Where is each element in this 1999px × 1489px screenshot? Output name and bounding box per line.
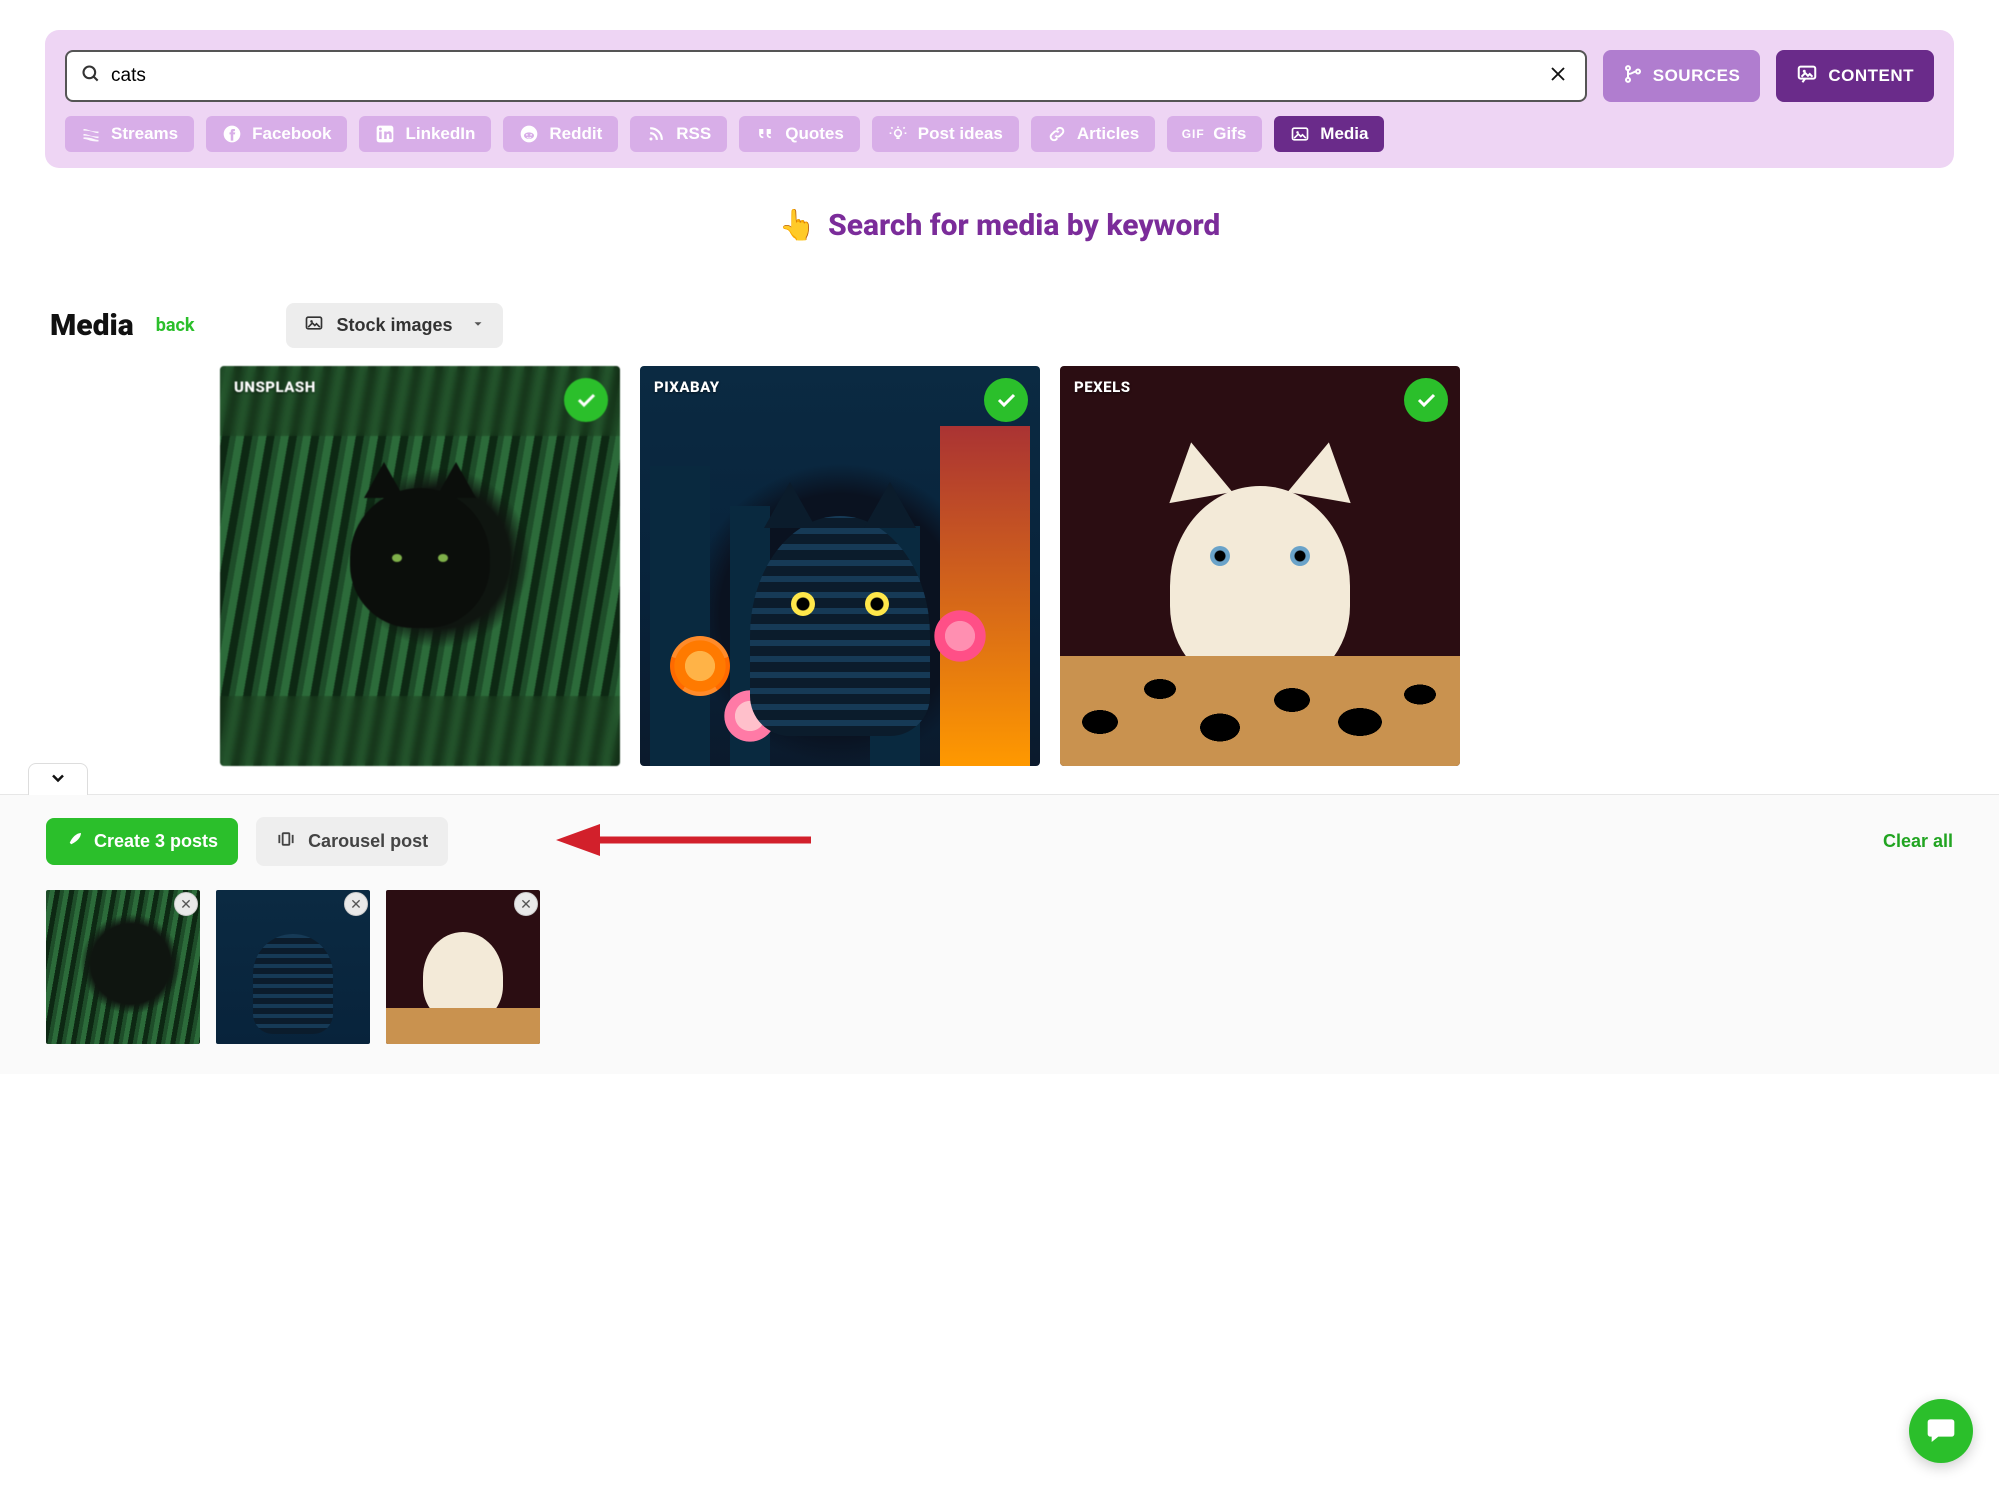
chip-post-ideas[interactable]: Post ideas [872,116,1019,152]
chip-linkedin[interactable]: LinkedIn [359,116,491,152]
annotation-arrow [556,820,816,860]
chip-quotes[interactable]: Quotes [739,116,860,152]
content-button[interactable]: CONTENT [1776,50,1934,102]
chip-media[interactable]: Media [1274,116,1384,152]
sources-button[interactable]: SOURCES [1603,50,1761,102]
remove-thumbnail-icon[interactable]: ✕ [514,892,538,916]
chip-streams[interactable]: Streams [65,116,194,152]
chip-label: Reddit [549,124,602,144]
thumbnail[interactable]: ✕ [46,890,200,1044]
media-grid: UNSPLASH PIXABAY PEXELS [0,366,1999,766]
chevron-down-icon [48,768,68,791]
carousel-icon [276,829,296,854]
facebook-icon [222,124,242,144]
back-link[interactable]: back [156,315,195,336]
content-label: CONTENT [1828,66,1914,86]
pointing-up-icon: 👆 [779,208,816,243]
image-icon [1290,124,1310,144]
stock-images-dropdown[interactable]: Stock images [286,303,502,348]
section-title: Media [50,308,134,343]
lightbulb-icon [888,124,908,144]
source-chip-row: Streams Facebook LinkedIn Reddit RSS [65,116,1934,152]
chip-label: Quotes [785,124,844,144]
link-icon [1047,124,1067,144]
clear-search-icon[interactable] [1545,59,1571,93]
chip-label: Streams [111,124,178,144]
chip-label: Post ideas [918,124,1003,144]
branch-icon [1623,64,1643,89]
thumbnail[interactable]: ✕ [386,890,540,1044]
source-badge: UNSPLASH [234,378,316,396]
image-chat-icon [1796,63,1818,90]
clear-all-button[interactable]: Clear all [1883,831,1953,852]
source-badge: PEXELS [1074,378,1131,396]
selected-check-icon[interactable] [984,378,1028,422]
chip-label: Media [1320,124,1368,144]
image-icon [304,313,324,338]
collapse-tab[interactable] [28,763,88,795]
chip-label: RSS [676,124,711,144]
create-posts-button[interactable]: Create 3 posts [46,818,238,865]
gif-icon: GIF [1183,124,1203,144]
feather-icon [66,830,84,853]
chip-rss[interactable]: RSS [630,116,727,152]
chip-label: Gifs [1213,124,1246,144]
linkedin-icon [375,124,395,144]
search-input[interactable] [101,65,1545,87]
selected-check-icon[interactable] [1404,378,1448,422]
search-panel: SOURCES CONTENT Streams Facebook Link [45,30,1954,168]
media-card[interactable]: UNSPLASH [220,366,620,766]
selected-thumbnails: ✕ ✕ ✕ [46,890,1953,1044]
streams-icon [81,124,101,144]
media-card[interactable]: PIXABAY [640,366,1040,766]
remove-thumbnail-icon[interactable]: ✕ [344,892,368,916]
chip-gifs[interactable]: GIF Gifs [1167,116,1262,152]
selection-bar: Create 3 posts Carousel post Clear all ✕… [0,794,1999,1074]
chat-fab[interactable] [1909,1399,1973,1463]
quotes-icon [755,124,775,144]
carousel-post-button[interactable]: Carousel post [256,817,448,866]
media-card[interactable]: PEXELS [1060,366,1460,766]
chip-label: Facebook [252,124,331,144]
hero-label: Search for media by keyword [828,208,1220,243]
source-badge: PIXABAY [654,378,720,396]
carousel-label: Carousel post [308,831,428,852]
chevron-down-icon [471,315,485,336]
chip-label: LinkedIn [405,124,475,144]
chip-facebook[interactable]: Facebook [206,116,347,152]
chip-reddit[interactable]: Reddit [503,116,618,152]
selected-check-icon[interactable] [564,378,608,422]
search-box[interactable] [65,50,1587,102]
search-icon [81,64,101,88]
hero-text: 👆 Search for media by keyword [0,208,1999,243]
chip-label: Articles [1077,124,1139,144]
rss-icon [646,124,666,144]
sources-label: SOURCES [1653,66,1741,86]
chip-articles[interactable]: Articles [1031,116,1155,152]
remove-thumbnail-icon[interactable]: ✕ [174,892,198,916]
reddit-icon [519,124,539,144]
create-label: Create 3 posts [94,831,218,852]
chat-icon [1925,1414,1957,1449]
thumbnail[interactable]: ✕ [216,890,370,1044]
dropdown-label: Stock images [336,315,452,336]
